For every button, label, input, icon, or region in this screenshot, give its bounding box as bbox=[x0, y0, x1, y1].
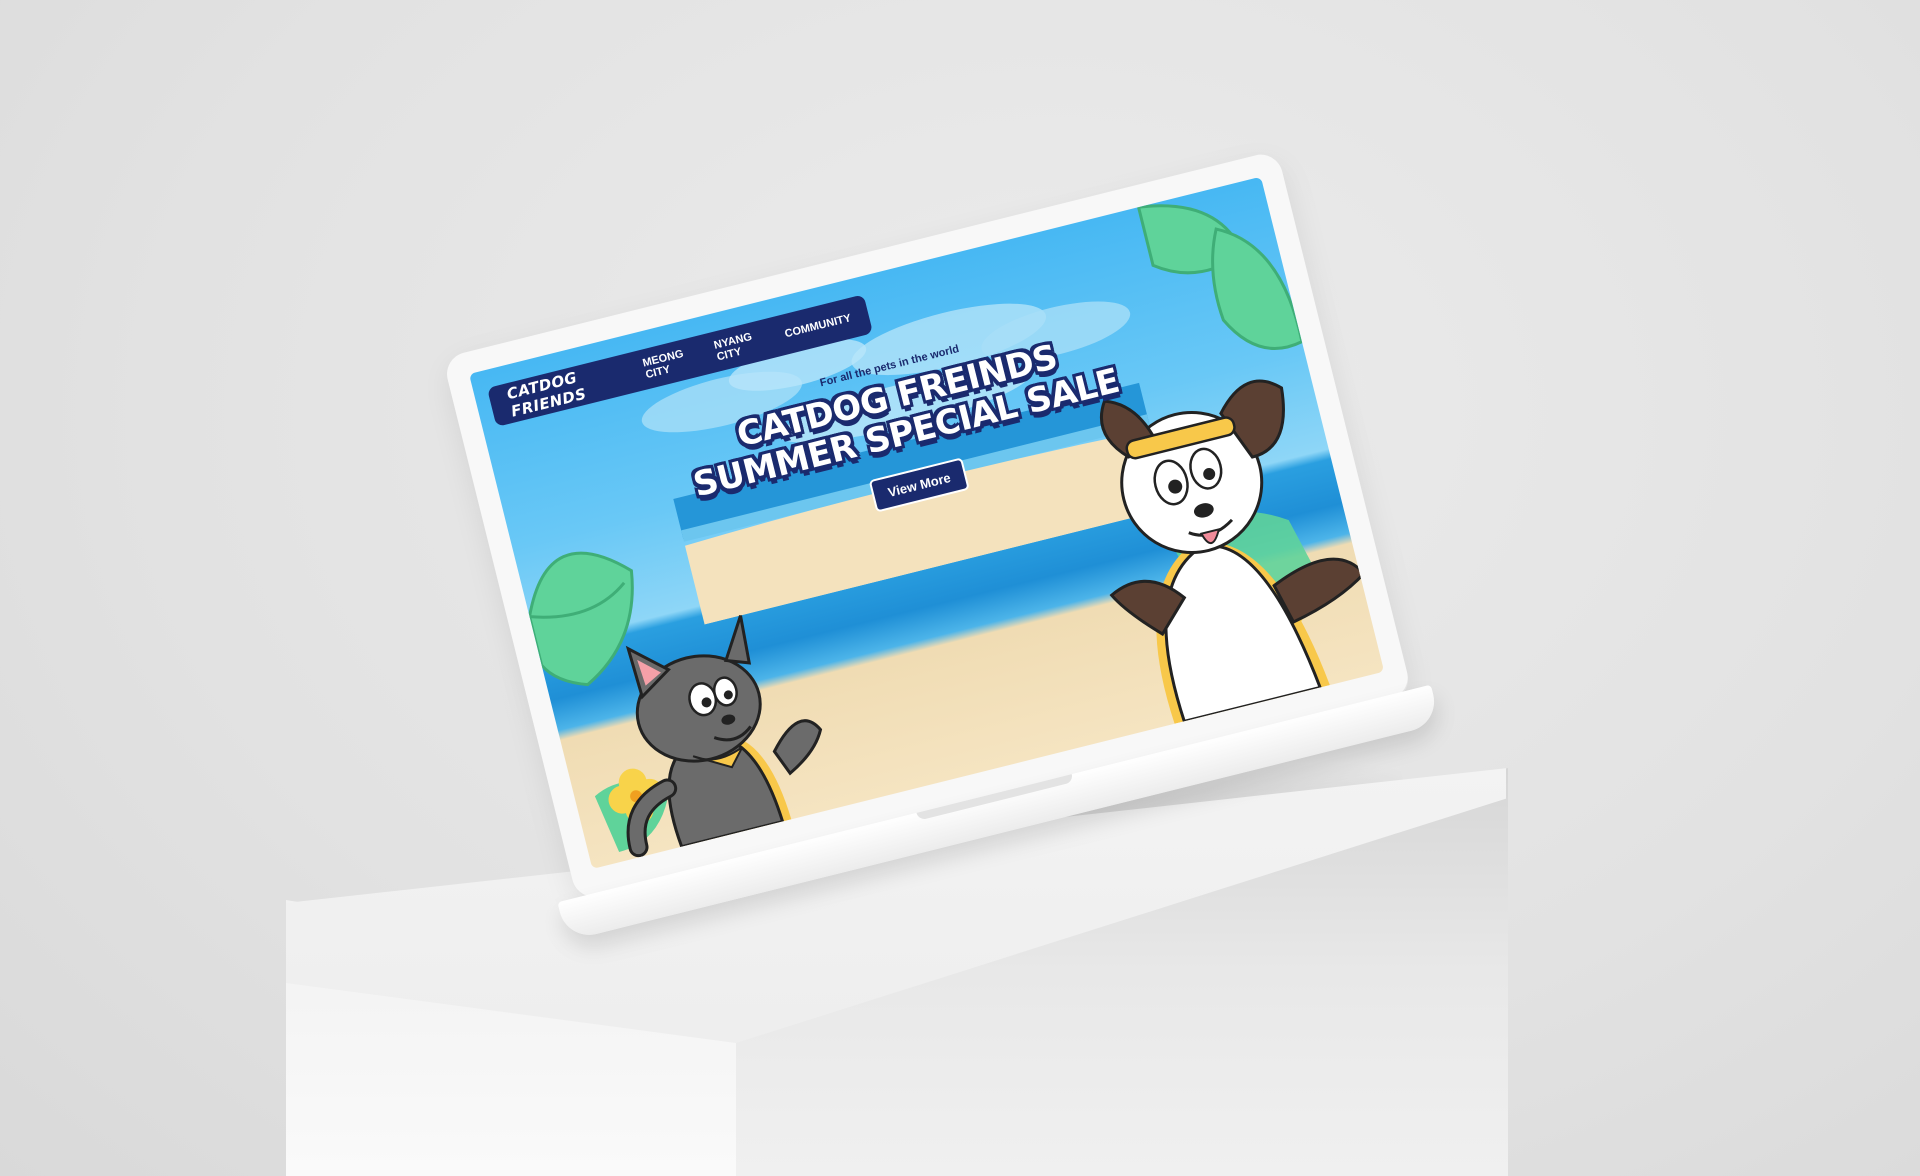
laptop-lid: CATDOG FRIENDS MEONG CITY NYANG CITY COM… bbox=[442, 150, 1413, 902]
nav-item-community[interactable]: COMMUNITY bbox=[784, 312, 853, 340]
nav-item-nyang-city[interactable]: NYANG CITY bbox=[713, 329, 763, 364]
mockup-scene: CATDOG FRIENDS MEONG CITY NYANG CITY COM… bbox=[0, 0, 1920, 1176]
nav-item-meong-city[interactable]: MEONG CITY bbox=[641, 346, 693, 381]
